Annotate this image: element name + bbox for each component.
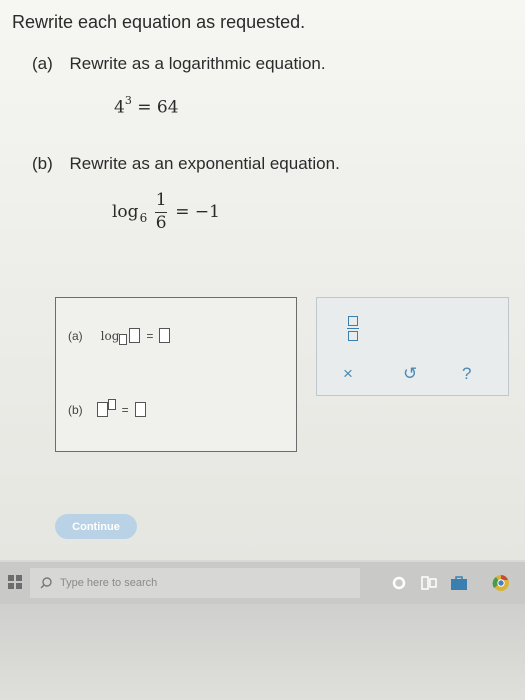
part-a-equation: 43 = 64 [114, 94, 179, 118]
search-icon [40, 577, 52, 589]
fraction-tool-icon[interactable] [347, 316, 359, 341]
log-argument-input[interactable] [129, 328, 141, 343]
search-placeholder: Type here to search [60, 577, 158, 589]
part-b-rhs: = −1 [175, 202, 220, 223]
exp-exponent-input[interactable] [107, 399, 116, 410]
part-b-label: (b) [32, 154, 53, 173]
answer-a-label: (a) [68, 328, 83, 343]
chrome-icon[interactable] [490, 572, 512, 594]
undo-icon[interactable]: ↺ [403, 364, 417, 384]
page-title: Rewrite each equation as requested. [12, 12, 306, 32]
part-b-fraction: 1 6 [155, 190, 168, 233]
fraction-denominator: 6 [155, 212, 167, 233]
part-b-base: 6 [139, 211, 148, 226]
answer-b-equals: = [121, 402, 129, 417]
answer-a-equals: = [146, 328, 154, 343]
log-result-input[interactable] [159, 328, 171, 343]
answer-a-log: log [100, 328, 120, 343]
part-b-log: log [112, 202, 139, 223]
task-view-icon[interactable] [418, 572, 440, 594]
worksheet-screen: Rewrite each equation as requested. (a) … [0, 0, 525, 560]
tool-panel: × ↺ ? [316, 297, 509, 396]
part-a-exponent: 3 [124, 94, 132, 107]
part-a-label: (a) [32, 54, 53, 73]
answer-box: (a) log = (b) = [55, 297, 297, 452]
fraction-numerator: 1 [155, 190, 167, 210]
answer-row-a: (a) log = [68, 326, 171, 345]
part-b-instruction: (b) Rewrite as an exponential equation. [32, 154, 340, 174]
answer-row-b: (b) = [68, 399, 146, 417]
answer-b-label: (b) [68, 402, 83, 417]
part-a-text: Rewrite as a logarithmic equation. [69, 54, 326, 73]
windows-taskbar: Type here to search [0, 562, 525, 604]
exp-result-input[interactable] [134, 402, 146, 417]
part-a-rhs: = 64 [137, 97, 179, 118]
help-icon[interactable]: ? [462, 364, 471, 384]
windows-start-icon[interactable] [8, 575, 22, 589]
part-a-base: 4 [114, 97, 125, 118]
part-b-equation: log 6 1 6 = −1 [112, 190, 220, 233]
cortana-icon[interactable] [388, 572, 410, 594]
taskbar-search[interactable]: Type here to search [30, 568, 360, 598]
monitor-bezel [0, 604, 525, 700]
part-a-instruction: (a) Rewrite as a logarithmic equation. [32, 54, 326, 74]
continue-button[interactable]: Continue [55, 514, 137, 539]
log-base-input[interactable] [119, 334, 128, 345]
exp-base-input[interactable] [96, 402, 108, 417]
store-icon[interactable] [448, 572, 470, 594]
part-b-text: Rewrite as an exponential equation. [69, 154, 340, 173]
clear-icon[interactable]: × [343, 364, 353, 384]
